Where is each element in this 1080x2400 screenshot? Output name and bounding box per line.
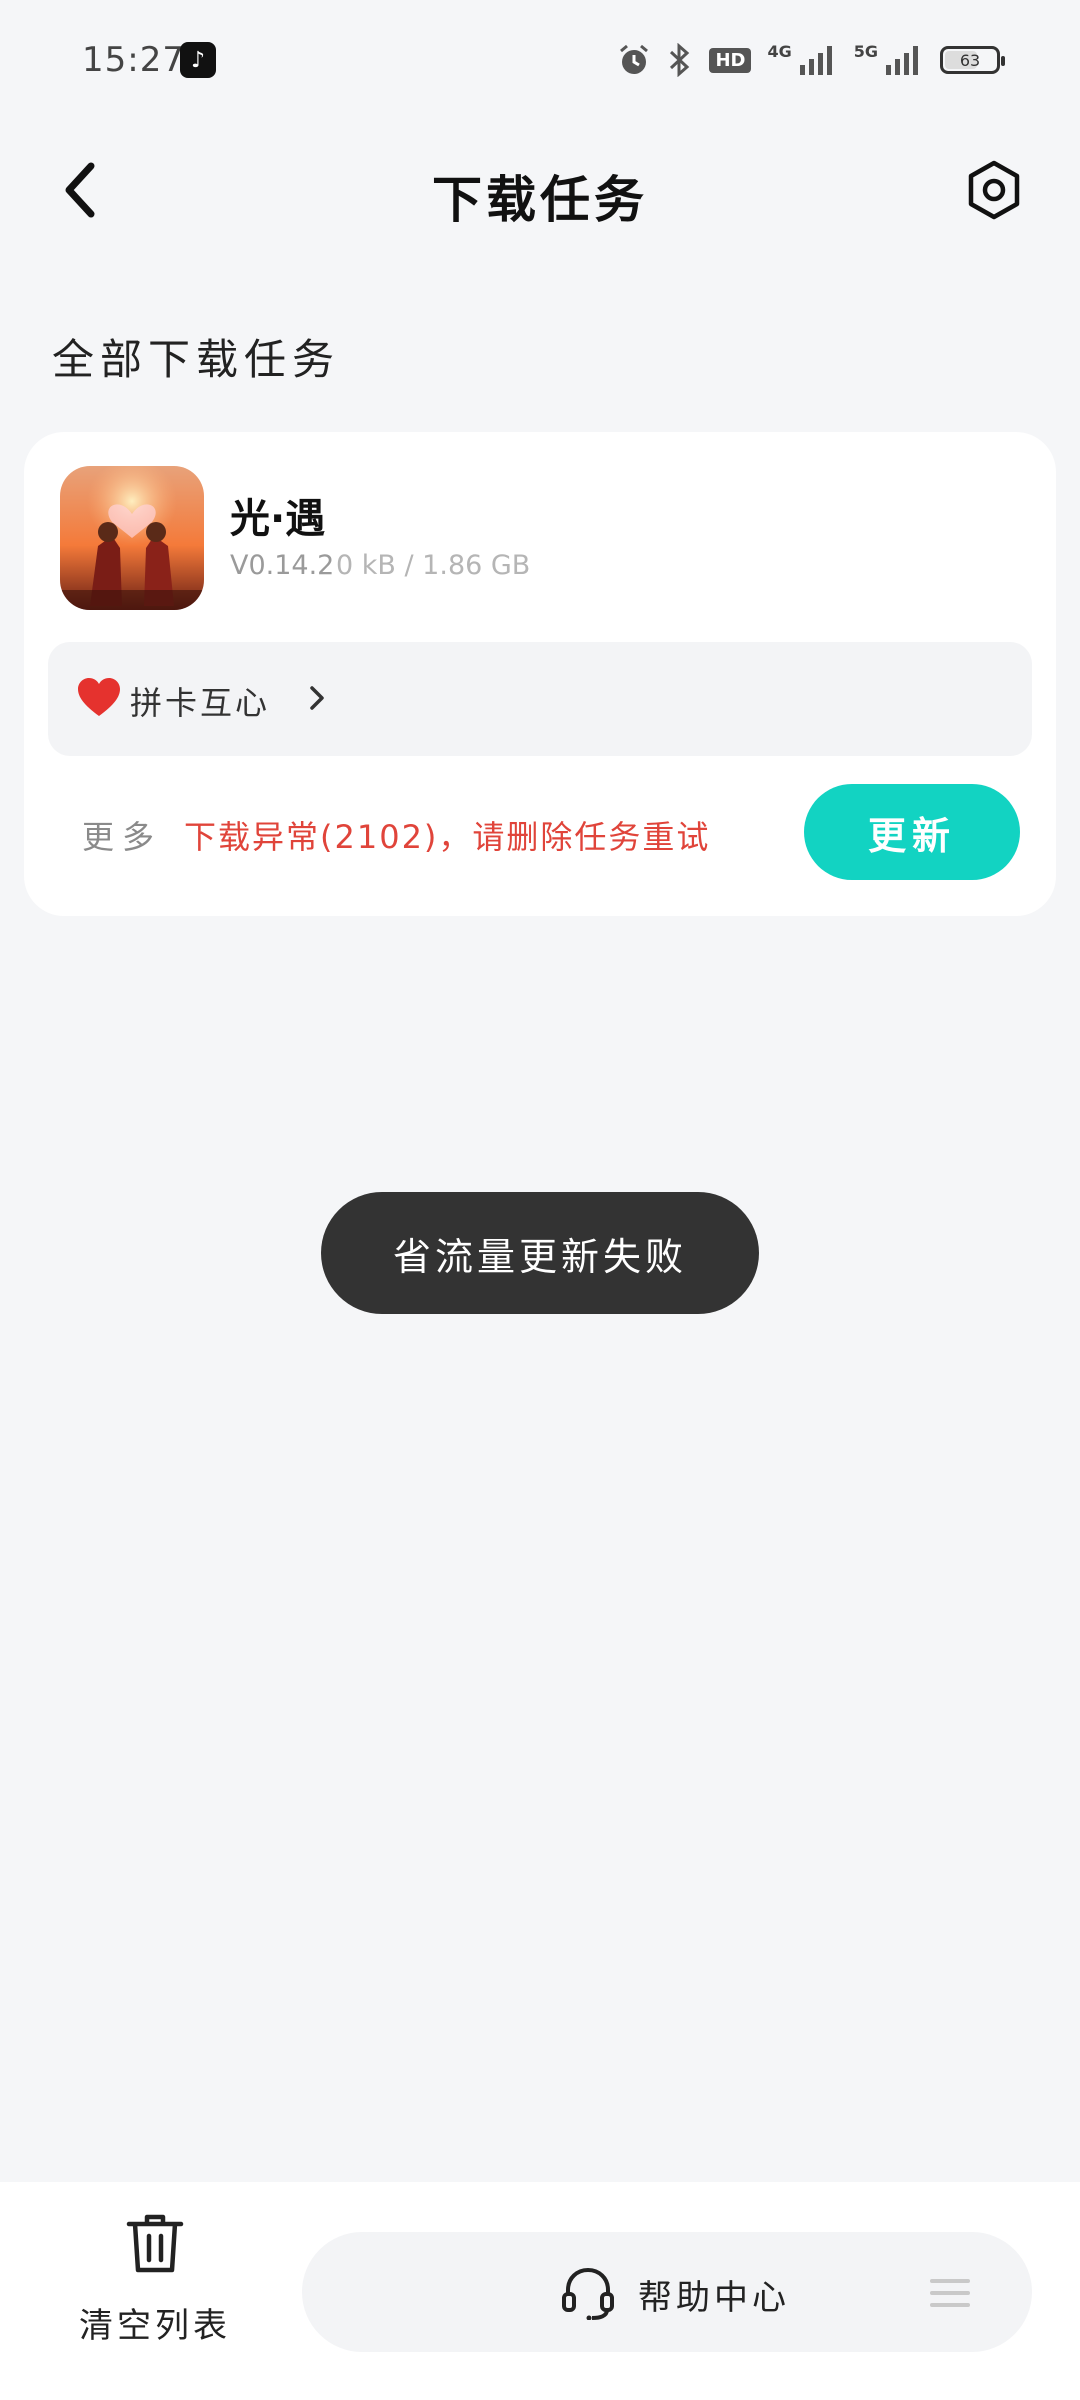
network-4g-label: 4G bbox=[767, 41, 792, 61]
app-icon[interactable] bbox=[60, 466, 204, 610]
download-task-card: 光·遇 V0.14.2 0 kB / 1.86 GB 拼卡互心 更多 下载异常(… bbox=[24, 432, 1056, 916]
topic-link[interactable]: 拼卡互心 bbox=[48, 642, 1032, 756]
settings-button[interactable] bbox=[954, 150, 1034, 230]
help-center-label: 帮助中心 bbox=[638, 2278, 790, 2318]
more-link[interactable]: 更多 bbox=[82, 812, 162, 858]
status-bar: 15:27 ♪ HD 4G 5G 63 bbox=[0, 0, 1080, 125]
app-version: V0.14.2 bbox=[230, 550, 335, 581]
clear-list-label: 清空列表 bbox=[79, 2306, 231, 2346]
chevron-right-icon bbox=[310, 686, 324, 710]
signal-5g-icon bbox=[886, 46, 918, 75]
section-title: 全部下载任务 bbox=[52, 335, 341, 384]
headset-icon bbox=[562, 2267, 614, 2320]
status-icons: HD 4G 5G 63 bbox=[617, 40, 1005, 80]
bluetooth-icon bbox=[670, 43, 690, 77]
battery-level: 63 bbox=[959, 50, 981, 70]
bottom-bar: 清空列表 帮助中心 bbox=[0, 2182, 1080, 2400]
menu-icon[interactable] bbox=[930, 2276, 970, 2310]
error-message: 下载异常(2102)，请删除任务重试 bbox=[184, 818, 711, 856]
download-size: 0 kB / 1.86 GB bbox=[336, 550, 531, 581]
status-time: 15:27 bbox=[82, 40, 185, 80]
heart-icon bbox=[78, 678, 120, 716]
trash-icon bbox=[126, 2214, 184, 2273]
settings-icon bbox=[968, 160, 1020, 220]
app-name: 光·遇 bbox=[230, 496, 326, 542]
tiktok-icon: ♪ bbox=[180, 42, 216, 78]
toast-message: 省流量更新失败 bbox=[321, 1192, 759, 1314]
update-button[interactable]: 更新 bbox=[804, 784, 1020, 880]
network-5g-label: 5G bbox=[853, 41, 878, 61]
signal-4g-icon bbox=[799, 46, 832, 75]
help-center-button[interactable]: 帮助中心 bbox=[302, 2232, 1032, 2352]
page-title: 下载任务 bbox=[432, 171, 648, 229]
battery-icon: 63 bbox=[940, 46, 1005, 74]
clear-list-button[interactable]: 清空列表 bbox=[60, 2212, 250, 2362]
hd-badge: HD bbox=[709, 47, 752, 73]
topic-label: 拼卡互心 bbox=[130, 684, 271, 722]
alarm-icon bbox=[620, 44, 649, 74]
